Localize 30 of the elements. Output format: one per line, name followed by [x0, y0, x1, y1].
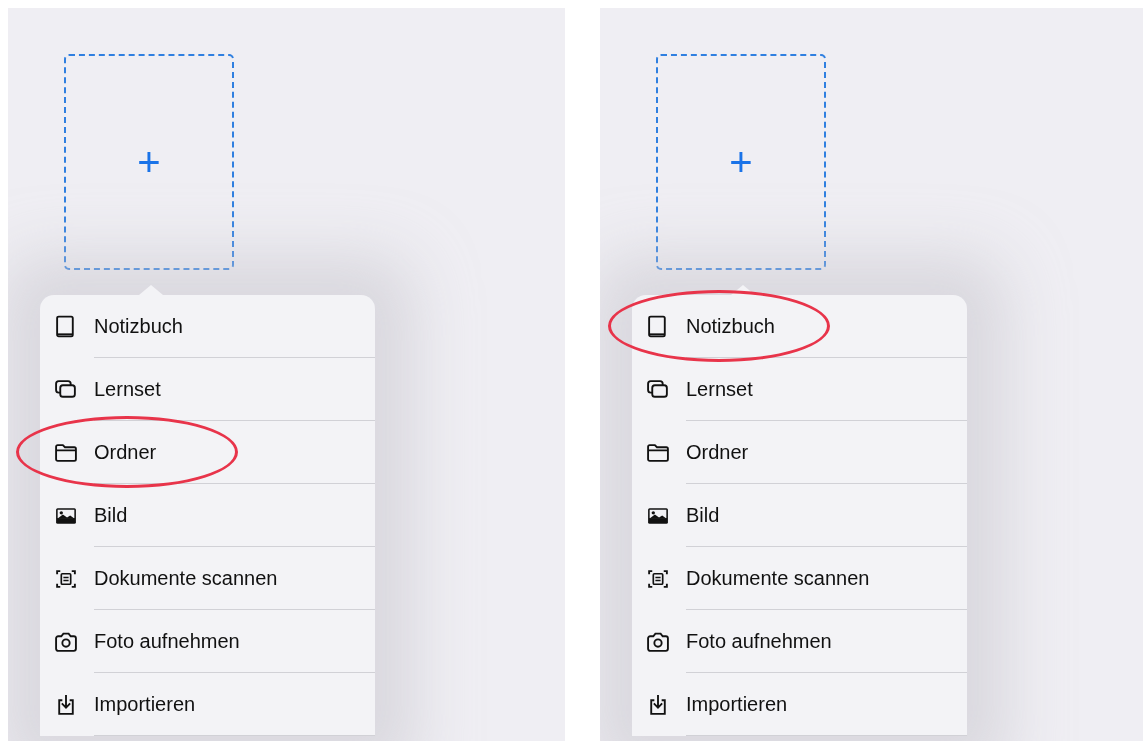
menu-item[interactable]: Notizbuch	[632, 295, 967, 358]
menu-item-label: Importieren	[686, 692, 788, 716]
add-card-button[interactable]: +	[64, 54, 234, 270]
menu-item[interactable]: Ordner	[632, 421, 967, 484]
menu-item-label: Foto aufnehmen	[686, 629, 832, 653]
menu-item-label: Lernset	[94, 377, 161, 401]
menu-item[interactable]: Foto aufnehmen	[40, 610, 375, 673]
menu-item[interactable]: Importieren	[40, 673, 375, 736]
menu-item-label: Bild	[686, 503, 720, 527]
menu-item[interactable]: Lernset	[40, 358, 375, 421]
menu-item[interactable]: Dokumente scannen	[632, 547, 967, 610]
menu-item-label: Foto aufnehmen	[94, 629, 240, 653]
menu-item-label: Importieren	[94, 692, 196, 716]
menu-item-label: Notizbuch	[686, 314, 775, 338]
menu-item-label: Bild	[94, 503, 128, 527]
menu-item[interactable]: Dokumente scannen	[40, 547, 375, 610]
menu-item[interactable]: Ordner	[40, 421, 375, 484]
menu-item-label: Dokumente scannen	[686, 566, 870, 590]
add-card-button[interactable]: +	[656, 54, 826, 270]
menu-item[interactable]: Bild	[632, 484, 967, 547]
menu-item-label: Ordner	[686, 440, 749, 464]
menu-item-label: Lernset	[686, 377, 753, 401]
menu-item-label: Ordner	[94, 440, 157, 464]
menu-item[interactable]: Bild	[40, 484, 375, 547]
menu-item[interactable]: Notizbuch	[40, 295, 375, 358]
menu-item[interactable]: Lernset	[632, 358, 967, 421]
menu-item-label: Notizbuch	[94, 314, 183, 338]
menu-item-label: Dokumente scannen	[94, 566, 278, 590]
menu-item[interactable]: Foto aufnehmen	[632, 610, 967, 673]
menu-item[interactable]: Importieren	[632, 673, 967, 736]
